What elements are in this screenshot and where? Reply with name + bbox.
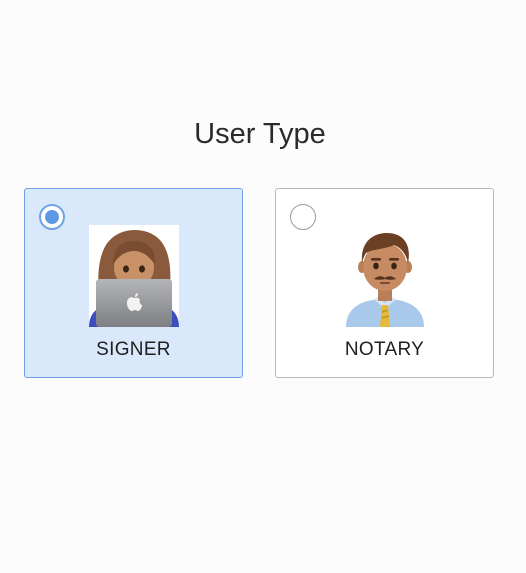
woman-technologist-icon xyxy=(89,225,179,327)
man-office-worker-icon xyxy=(340,225,430,327)
radio-button-signer[interactable] xyxy=(39,204,65,230)
user-type-option-signer[interactable]: SIGNER xyxy=(24,188,243,378)
page-title: User Type xyxy=(194,118,326,150)
radio-button-notary[interactable] xyxy=(290,204,316,230)
option-label-signer: SIGNER xyxy=(96,339,171,360)
option-label-notary: NOTARY xyxy=(344,339,425,360)
user-type-screen: User Type SIGNER NOTARY xyxy=(0,0,526,573)
user-type-option-notary[interactable]: NOTARY xyxy=(275,188,494,378)
radio-selected-dot xyxy=(45,210,59,224)
